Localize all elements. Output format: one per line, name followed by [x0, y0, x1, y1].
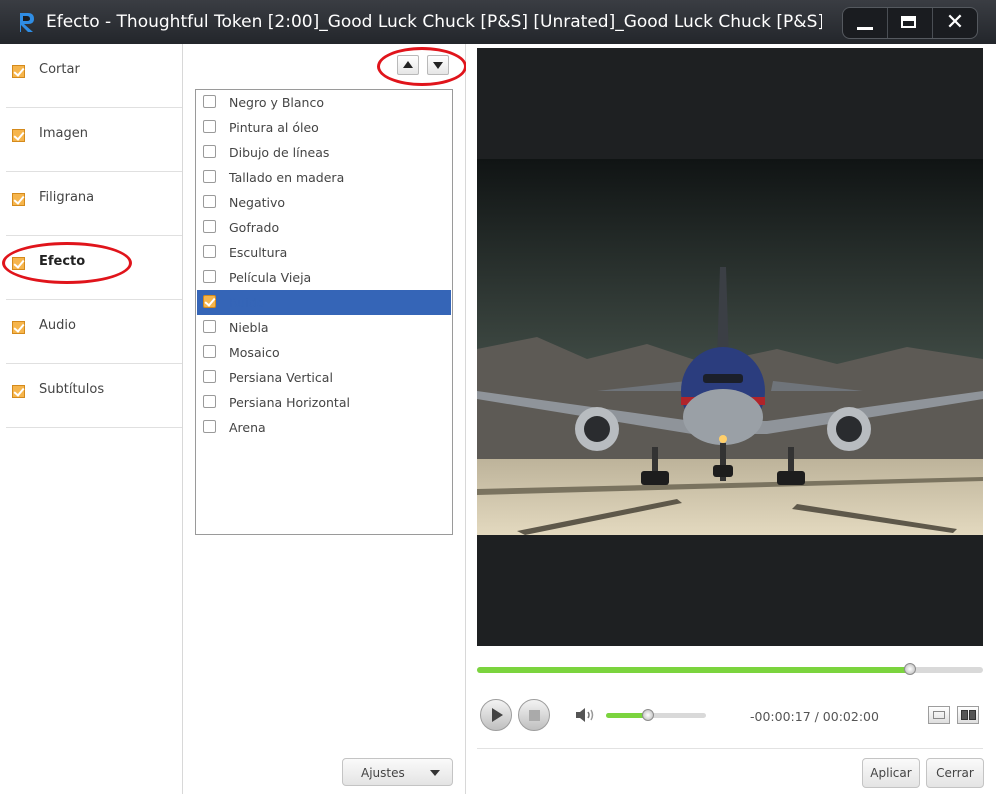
effect-label: Pintura al óleo — [229, 120, 319, 135]
stop-button[interactable] — [518, 699, 550, 731]
volume-icon[interactable] — [574, 707, 596, 723]
apply-button[interactable]: Aplicar — [862, 758, 920, 788]
list-item[interactable]: Niebla — [197, 315, 451, 340]
checkbox-cortar[interactable] — [12, 65, 25, 78]
effect-label: Película Vieja — [229, 270, 312, 285]
effect-label: Negativo — [229, 195, 286, 210]
effect-label: Niebla — [229, 320, 269, 335]
volume-slider[interactable] — [606, 709, 706, 721]
single-view-button[interactable] — [928, 706, 950, 724]
effect-checkbox[interactable] — [203, 245, 216, 258]
effect-checkbox[interactable] — [203, 195, 216, 208]
title-bar[interactable]: Efecto - Thoughtful Token [2:00]_Good Lu… — [0, 0, 996, 44]
effect-label: Dibujo de líneas — [229, 145, 330, 160]
sidebar-item-audio[interactable]: Audio — [6, 300, 182, 364]
list-item[interactable]: Negro y Blanco — [197, 90, 451, 115]
time-display: -00:00:17 / 00:02:00 — [750, 709, 879, 724]
annotation-highlight-efecto — [2, 242, 132, 284]
effect-label: Negro y Blanco — [229, 95, 324, 110]
sidebar-item-label: Audio — [39, 318, 76, 333]
seek-thumb[interactable] — [903, 663, 916, 675]
list-item[interactable]: Persiana Horizontal — [197, 390, 451, 415]
sidebar: Cortar Imagen Filigrana Efecto Audio Sub… — [2, 44, 183, 794]
sidebar-item-cortar[interactable]: Cortar — [6, 44, 182, 108]
sidebar-item-label: Cortar — [39, 62, 80, 77]
sidebar-item-subtitulos[interactable]: Subtítulos — [6, 364, 182, 428]
effect-label: Tallado en madera — [229, 170, 345, 185]
list-item[interactable]: Persiana Vertical — [197, 365, 451, 390]
play-button[interactable] — [480, 699, 512, 731]
effect-label: Mosaico — [229, 345, 280, 360]
settings-label: Ajustes — [361, 766, 405, 780]
effect-checkbox[interactable] — [203, 120, 216, 133]
effect-checkbox[interactable] — [203, 395, 216, 408]
sidebar-item-label: Subtítulos — [39, 382, 105, 397]
list-item[interactable]: Mosaico — [197, 340, 451, 365]
sidebar-item-label: Imagen — [39, 126, 88, 141]
effect-checkbox[interactable] — [203, 145, 216, 158]
volume-thumb[interactable] — [642, 709, 654, 721]
effect-checkbox[interactable] — [203, 370, 216, 383]
sidebar-item-label: Filigrana — [39, 190, 95, 205]
app-logo-icon — [20, 13, 34, 32]
effect-label: Ruido — [229, 295, 265, 310]
close-button[interactable]: ✕ — [932, 8, 977, 38]
split-view-button[interactable] — [957, 706, 979, 724]
effects-list[interactable]: Negro y Blanco Pintura al óleo Dibujo de… — [195, 89, 453, 535]
seek-progress-fill — [477, 667, 910, 673]
effect-checkbox[interactable] — [203, 270, 216, 283]
seek-slider[interactable] — [477, 663, 983, 675]
minimize-button[interactable] — [843, 8, 887, 38]
list-item[interactable]: Negativo — [197, 190, 451, 215]
checkbox-audio[interactable] — [12, 321, 25, 334]
stop-icon — [529, 710, 540, 721]
effect-checkbox[interactable] — [203, 295, 216, 308]
effect-window: Efecto - Thoughtful Token [2:00]_Good Lu… — [0, 0, 996, 800]
sidebar-item-filigrana[interactable]: Filigrana — [6, 172, 182, 236]
checkbox-imagen[interactable] — [12, 129, 25, 142]
close-dialog-button[interactable]: Cerrar — [926, 758, 984, 788]
effect-label: Escultura — [229, 245, 288, 260]
maximize-icon — [901, 16, 916, 28]
window-controls: ✕ — [842, 7, 978, 39]
effect-label: Arena — [229, 420, 266, 435]
effect-label: Persiana Horizontal — [229, 395, 350, 410]
effect-checkbox[interactable] — [203, 170, 216, 183]
video-frame-airplane — [477, 159, 983, 535]
close-icon: ✕ — [945, 10, 965, 35]
effect-label: Persiana Vertical — [229, 370, 333, 385]
list-item[interactable]: Gofrado — [197, 215, 451, 240]
list-item[interactable]: Pintura al óleo — [197, 115, 451, 140]
effect-label: Gofrado — [229, 220, 280, 235]
list-item[interactable]: Escultura — [197, 240, 451, 265]
settings-dropdown-button[interactable]: Ajustes — [342, 758, 453, 786]
list-item[interactable]: Arena — [197, 415, 451, 440]
list-item-selected[interactable]: Ruido — [197, 290, 451, 315]
effect-checkbox[interactable] — [203, 95, 216, 108]
chevron-down-icon — [430, 770, 440, 776]
list-item[interactable]: Película Vieja — [197, 265, 451, 290]
preview-panel: -00:00:17 / 00:02:00 Aplicar Cerrar — [466, 44, 996, 800]
checkbox-subtitulos[interactable] — [12, 385, 25, 398]
list-item[interactable]: Tallado en madera — [197, 165, 451, 190]
effects-panel: Negro y Blanco Pintura al óleo Dibujo de… — [183, 44, 467, 794]
effect-checkbox[interactable] — [203, 420, 216, 433]
annotation-highlight-arrows — [377, 47, 467, 86]
maximize-button[interactable] — [887, 8, 932, 38]
play-icon — [492, 708, 503, 722]
list-item[interactable]: Dibujo de líneas — [197, 140, 451, 165]
effect-checkbox[interactable] — [203, 320, 216, 333]
effect-checkbox[interactable] — [203, 345, 216, 358]
minimize-icon — [857, 27, 873, 30]
window-title: Efecto - Thoughtful Token [2:00]_Good Lu… — [46, 12, 822, 32]
checkbox-filigrana[interactable] — [12, 193, 25, 206]
divider — [477, 748, 983, 749]
sidebar-item-imagen[interactable]: Imagen — [6, 108, 182, 172]
effect-checkbox[interactable] — [203, 220, 216, 233]
